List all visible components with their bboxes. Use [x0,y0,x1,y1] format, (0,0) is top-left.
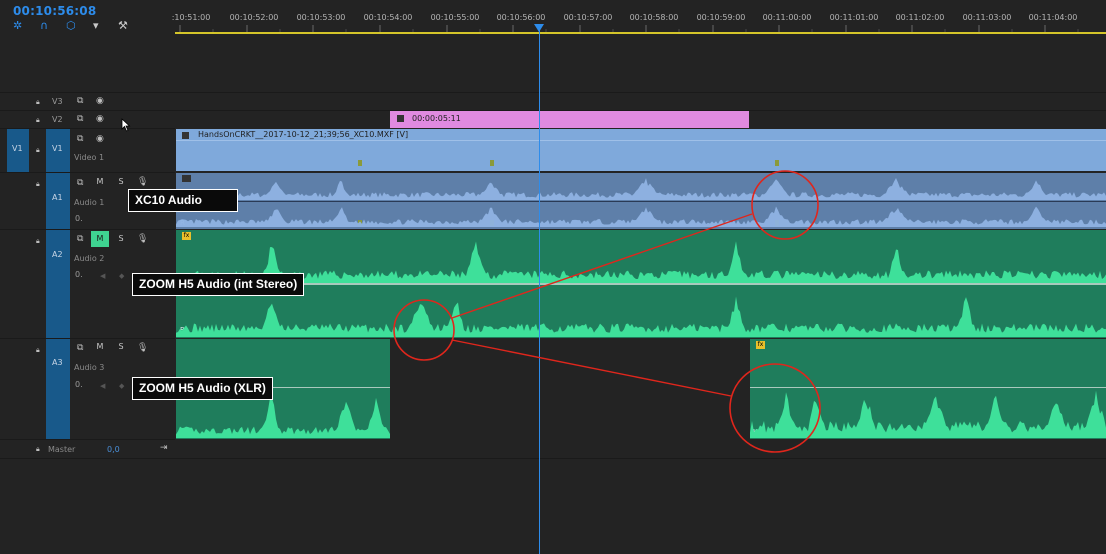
annotation-circle-xc10 [751,170,819,240]
callout-zoom-xlr: ZOOM H5 Audio (XLR) [132,377,273,400]
annotation-connector [451,339,732,397]
annotation-connector [451,213,753,319]
annotation-circle-zoom-xlr [729,363,821,453]
callout-xc10-audio: XC10 Audio [128,189,238,212]
premiere-timeline-panel: 00:10:56:08 ✲ ∩ ⬡ ▾ ⚒ :10:51:00 00:10:52… [0,0,1106,554]
annotation-circle-zoom-int [393,299,455,361]
callout-zoom-int-stereo: ZOOM H5 Audio (int Stereo) [132,273,305,296]
